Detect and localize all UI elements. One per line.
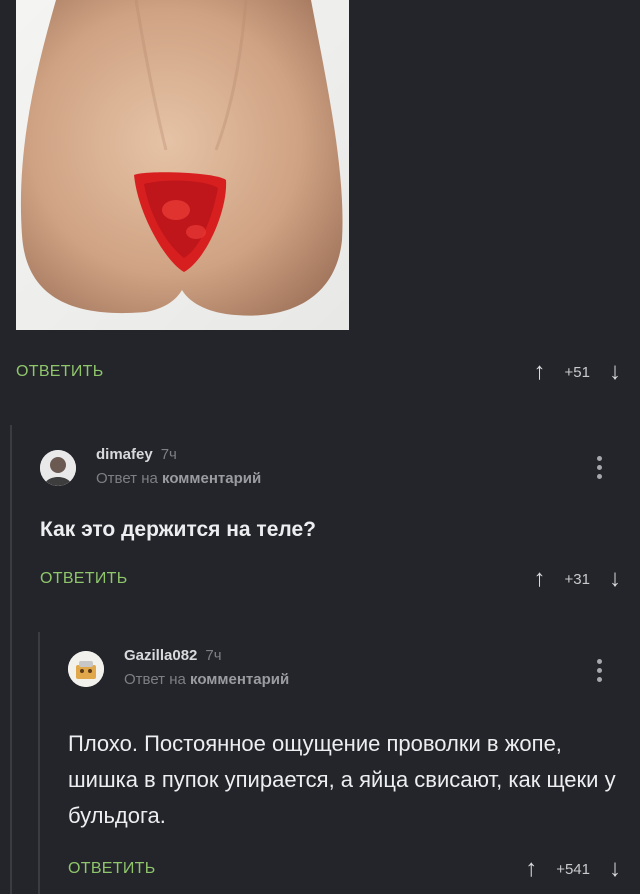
score: +31	[564, 570, 590, 588]
avatar[interactable]	[40, 450, 76, 486]
username[interactable]: dimafey 7ч	[96, 446, 177, 463]
username-text: dimafey	[96, 446, 153, 463]
thread-line	[10, 425, 12, 894]
kebab-menu-icon[interactable]	[597, 456, 603, 479]
score: +51	[564, 363, 590, 381]
username-text: Gazilla082	[124, 647, 198, 664]
comment-header: dimafey 7ч Ответ на комментарий	[40, 444, 630, 504]
vote-controls: ↑ +31 ↓	[529, 564, 626, 594]
reply-button[interactable]: ОТВЕТИТЬ	[40, 564, 128, 594]
timestamp: 7ч	[160, 446, 177, 463]
comment-text: Как это держится на теле?	[40, 518, 316, 541]
reply-button[interactable]: ОТВЕТИТЬ	[68, 854, 156, 884]
arrow-down-icon[interactable]: ↓	[604, 854, 626, 884]
reply-info-prefix: Ответ на	[124, 671, 186, 688]
avatar[interactable]	[68, 651, 104, 687]
timestamp: 7ч	[205, 647, 222, 664]
comment-actions: ОТВЕТИТЬ ↑ +31 ↓	[40, 564, 626, 594]
post-actions: ОТВЕТИТЬ ↑ +51 ↓	[16, 357, 626, 387]
arrow-down-icon[interactable]: ↓	[604, 357, 626, 387]
post-image[interactable]	[16, 0, 349, 330]
mannequin-photo	[16, 0, 349, 330]
arrow-down-icon[interactable]: ↓	[604, 564, 626, 594]
reply-info-link[interactable]: комментарий	[190, 671, 289, 688]
comment-text: Плохо. Постоянное ощущение проволки в жо…	[68, 731, 616, 828]
thread-line	[38, 632, 40, 894]
vote-controls: ↑ +51 ↓	[529, 357, 626, 387]
reply-info: Ответ на комментарий	[124, 671, 289, 688]
comment-header: Gazilla082 7ч Ответ на комментарий	[68, 645, 628, 705]
arrow-up-icon[interactable]: ↑	[529, 357, 551, 387]
score: +541	[556, 860, 590, 878]
arrow-up-icon[interactable]: ↑	[520, 854, 542, 884]
reply-info-link[interactable]: комментарий	[162, 470, 261, 487]
comment-actions: ОТВЕТИТЬ ↑ +541 ↓	[68, 854, 626, 884]
reply-info-prefix: Ответ на	[96, 470, 158, 487]
vote-controls: ↑ +541 ↓	[520, 854, 626, 884]
reply-info: Ответ на комментарий	[96, 470, 261, 487]
reply-button[interactable]: ОТВЕТИТЬ	[16, 357, 104, 387]
kebab-menu-icon[interactable]	[597, 659, 603, 682]
arrow-up-icon[interactable]: ↑	[529, 564, 551, 594]
username[interactable]: Gazilla082 7ч	[124, 647, 222, 664]
